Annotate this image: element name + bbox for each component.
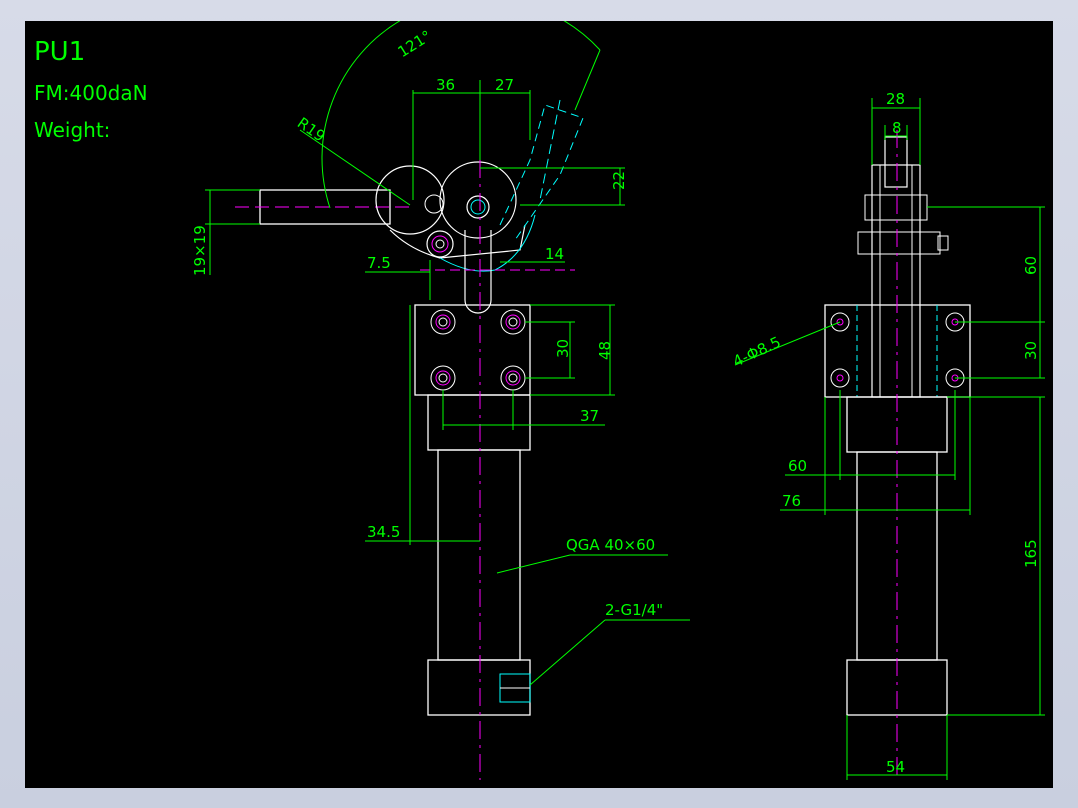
block-nuts [430, 309, 526, 391]
side-dim-54: 54 [886, 758, 905, 776]
side-dim-width-76: 76 [782, 492, 801, 510]
port-label: 2-G1/4" [605, 601, 663, 619]
clamp-arm-open [499, 104, 584, 241]
cylinder-barrel [437, 449, 521, 661]
side-dim-8: 8 [892, 119, 902, 137]
side-pivot-block [864, 194, 928, 221]
cad-drawing: PU1 FM:400daN Weight: 121° R19 36 27 22 … [34, 21, 1045, 780]
side-arm-body [871, 164, 921, 398]
front-dimension-lines [205, 21, 690, 686]
dim-30: 30 [554, 339, 572, 358]
side-clamp-spindle [884, 136, 908, 188]
side-link-block [857, 231, 941, 255]
side-dim-30: 30 [1022, 341, 1040, 360]
front-view: 121° R19 36 27 22 19×19 7.5 14 30 48 37 … [191, 21, 690, 780]
cad-drawing-canvas[interactable]: PU1 FM:400daN Weight: 121° R19 36 27 22 … [25, 21, 1053, 788]
dim-34-5: 34.5 [367, 523, 400, 541]
dim-22: 22 [610, 171, 628, 190]
side-dim-28: 28 [886, 90, 905, 108]
dim-48: 48 [596, 341, 614, 360]
pivot-circle-left [375, 165, 445, 235]
side-dim-width-60: 60 [788, 457, 807, 475]
dim-36: 36 [436, 76, 455, 94]
side-holes-label: 4-Φ8.5 [730, 333, 783, 371]
dim-7-5: 7.5 [367, 254, 391, 272]
side-dim-165: 165 [1022, 539, 1040, 568]
dim-angle: 121° [395, 27, 435, 61]
side-dimension-lines [734, 98, 1045, 780]
dim-37: 37 [580, 407, 599, 425]
weight-label: Weight: [34, 118, 110, 142]
dim-handle: 19×19 [191, 225, 209, 276]
cylinder-label: QGA 40×60 [566, 536, 655, 554]
side-dim-60: 60 [1022, 256, 1040, 275]
link-bolt [426, 230, 454, 258]
model-title: PU1 [34, 37, 85, 67]
dim-14: 14 [545, 245, 564, 263]
force-label: FM:400daN [34, 81, 148, 105]
dim-27: 27 [495, 76, 514, 94]
side-view: 28 8 4-Φ8.5 60 30 165 60 76 54 [730, 90, 1045, 780]
